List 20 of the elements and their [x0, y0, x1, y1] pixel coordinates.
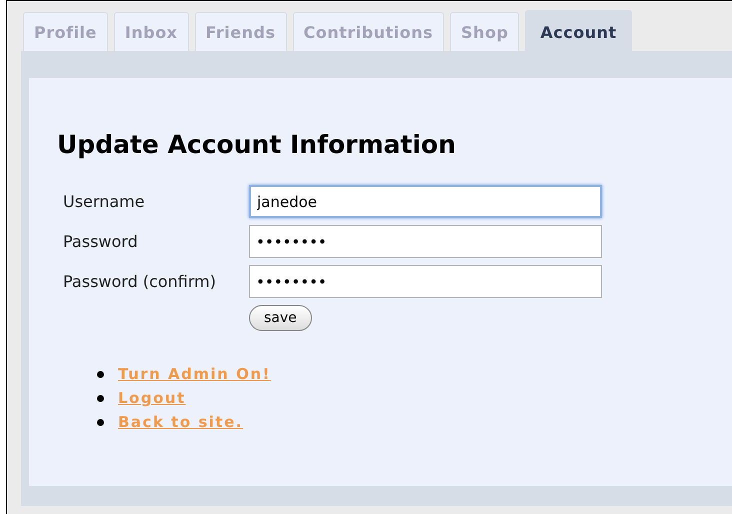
field-label: Password (confirm): [62, 272, 217, 291]
bullet-icon: [97, 418, 104, 426]
input-field[interactable]: janedoe: [249, 185, 602, 218]
input-field[interactable]: ••••••••: [249, 225, 602, 258]
input-field[interactable]: ••••••••: [249, 265, 602, 298]
link[interactable]: Back to site.: [118, 413, 243, 431]
link[interactable]: Logout: [118, 389, 186, 407]
bullet-icon: [97, 370, 104, 378]
field-label: Password: [62, 232, 139, 251]
tab[interactable]: Account: [525, 10, 632, 51]
save-button[interactable]: save: [249, 305, 312, 331]
tab[interactable]: Shop: [450, 12, 520, 51]
tab[interactable]: Contributions: [292, 12, 444, 51]
tab[interactable]: Friends: [194, 12, 286, 51]
page-heading: Update Account Information: [57, 130, 457, 159]
tab[interactable]: Inbox: [114, 12, 188, 51]
field-label: Username: [62, 192, 146, 211]
bullet-icon: [97, 394, 104, 402]
tab[interactable]: Profile: [23, 12, 108, 51]
link[interactable]: Turn Admin On!: [118, 365, 271, 383]
